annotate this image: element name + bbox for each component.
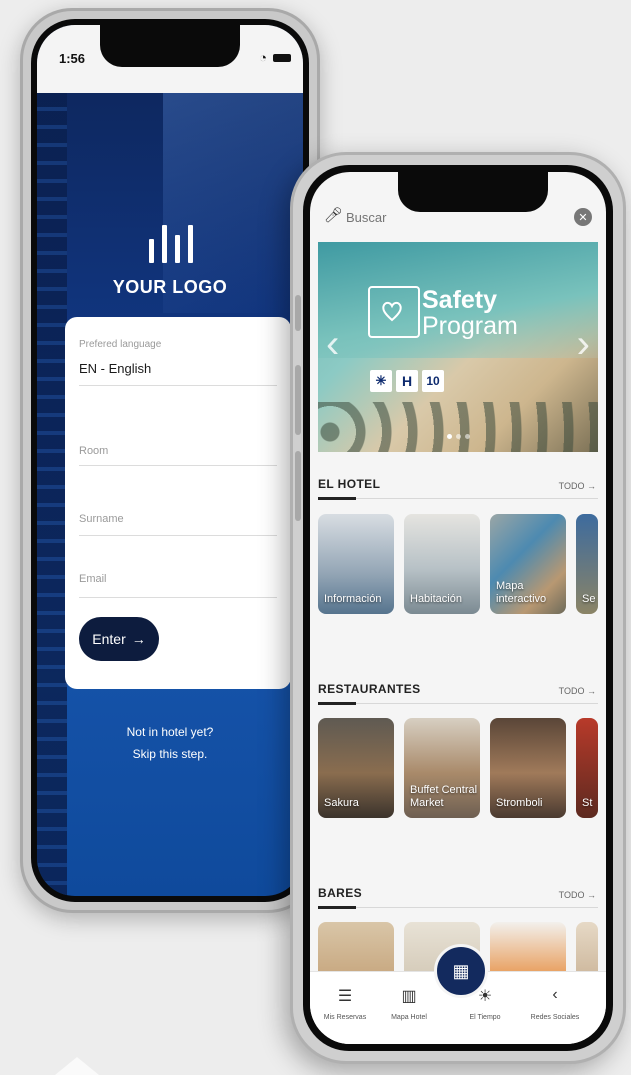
card-label: Buffet Central Market xyxy=(410,784,478,809)
section-title-hotel: EL HOTEL xyxy=(318,477,381,491)
section-title-bares: BARES xyxy=(318,886,363,900)
card-buffet-central-market[interactable]: Buffet Central Market xyxy=(404,718,480,818)
hands-heart-icon xyxy=(368,286,420,338)
arrow-right-icon: → xyxy=(131,631,146,647)
skip-step-link[interactable]: Skip this step. xyxy=(37,747,303,761)
card-partial[interactable]: St xyxy=(576,718,598,818)
wifi-icon: ◔ xyxy=(259,50,267,65)
volume-up-button xyxy=(295,365,301,435)
login-phone-bezel: 1:56 ◔ YOUR LOGO Prefered language EN - … xyxy=(31,19,309,902)
card-label: Habitación xyxy=(410,593,462,605)
share-icon: ‹ xyxy=(552,986,558,1003)
see-all-restaurantes-link[interactable]: TODO → xyxy=(559,686,596,696)
carousel-next-icon[interactable]: › xyxy=(577,322,590,367)
skip-text-line1: Not in hotel yet? xyxy=(126,725,214,739)
see-all-hotel-link[interactable]: TODO → xyxy=(559,481,596,491)
todo-label: TODO xyxy=(558,890,585,900)
language-label: Prefered language xyxy=(79,339,162,350)
divider xyxy=(318,498,598,499)
card-sakura[interactable]: Sakura xyxy=(318,718,394,818)
background-notch xyxy=(55,1057,99,1075)
tab-el-tiempo[interactable]: ☀ El Tiempo xyxy=(450,986,520,1021)
sun-icon: ☀ xyxy=(477,988,493,1005)
carousel-dots xyxy=(318,426,598,444)
enter-button[interactable]: Enter → xyxy=(79,617,159,661)
card-partial[interactable]: Se xyxy=(576,514,598,614)
h10-badge-h: H xyxy=(396,370,418,392)
divider xyxy=(79,385,277,386)
card-informacion[interactable]: Información xyxy=(318,514,394,614)
divider xyxy=(318,703,598,704)
list-icon: ☰ xyxy=(337,988,353,1005)
status-time: 1:56 xyxy=(59,51,86,66)
divider xyxy=(79,465,277,466)
hotel-app-screen: 🎤︎ ✕ ‹ › Safety Program ✳ H 10 EL xyxy=(310,172,606,1044)
login-screen: 1:56 ◔ YOUR LOGO Prefered language EN - … xyxy=(37,25,303,896)
hotel-app-phone-frame: 🎤︎ ✕ ‹ › Safety Program ✳ H 10 EL xyxy=(290,152,626,1064)
h10-badge-10: 10 xyxy=(422,370,444,392)
logo-text: YOUR LOGO xyxy=(112,277,228,297)
safety-program-banner[interactable]: ‹ › Safety Program ✳ H 10 xyxy=(318,242,598,452)
divider xyxy=(79,535,277,536)
close-icon[interactable]: ✕ xyxy=(574,208,592,226)
qr-code-icon: ▦ xyxy=(452,960,470,981)
virus-icon: ✳ xyxy=(370,370,392,392)
tab-redes-sociales[interactable]: ‹ Redes Sociales xyxy=(520,986,590,1021)
login-phone-frame: 1:56 ◔ YOUR LOGO Prefered language EN - … xyxy=(20,8,320,913)
banner-title-line2: Program xyxy=(422,312,518,340)
todo-label: TODO xyxy=(558,686,585,696)
section-underline xyxy=(318,497,356,500)
tab-mapa-hotel[interactable]: ▥ Mapa Hotel xyxy=(374,986,444,1021)
language-select[interactable]: EN - English xyxy=(79,361,151,376)
login-form-card: Prefered language EN - English Room Surn… xyxy=(65,317,291,689)
logo-icon xyxy=(149,225,193,263)
tab-label: El Tiempo xyxy=(469,1014,501,1021)
volume-down-button xyxy=(295,451,301,521)
section-title-restaurantes: RESTAURANTES xyxy=(318,682,421,696)
phone-notch xyxy=(398,172,548,212)
surname-field[interactable]: Surname xyxy=(79,513,124,525)
room-field[interactable]: Room xyxy=(79,445,108,457)
bottom-tab-bar: ▦ ☰ Mis Reservas ▥ Mapa Hotel ☀ El Tiemp… xyxy=(310,944,606,1044)
microphone-icon[interactable]: 🎤︎ xyxy=(324,206,343,224)
banner-title-line1: Safety xyxy=(422,286,498,314)
background-window-blinds xyxy=(37,93,67,896)
map-icon: ▥ xyxy=(401,988,417,1005)
divider xyxy=(79,597,277,598)
tab-label: Mapa Hotel xyxy=(391,1014,427,1021)
divider xyxy=(318,907,598,908)
card-label: St xyxy=(582,797,593,809)
tab-mis-reservas[interactable]: ☰ Mis Reservas xyxy=(310,986,380,1021)
card-label: Stromboli xyxy=(496,797,543,809)
mute-switch xyxy=(295,295,301,331)
card-label: Sakura xyxy=(324,797,359,809)
card-mapa-interactivo[interactable]: Mapa interactivo xyxy=(490,514,566,614)
battery-icon xyxy=(273,54,291,62)
carousel-prev-icon[interactable]: ‹ xyxy=(326,322,339,367)
tab-label: Redes Sociales xyxy=(530,1014,580,1021)
section-underline xyxy=(318,702,356,705)
tab-label: Mis Reservas xyxy=(323,1014,367,1021)
card-label: Mapa interactivo xyxy=(496,580,547,605)
todo-label: TODO xyxy=(558,481,585,491)
hotel-app-bezel: 🎤︎ ✕ ‹ › Safety Program ✳ H 10 EL xyxy=(303,165,613,1051)
phone-notch xyxy=(100,25,240,67)
card-habitacion[interactable]: Habitación xyxy=(404,514,480,614)
section-underline xyxy=(318,906,356,909)
email-field[interactable]: Email xyxy=(79,573,107,585)
card-stromboli[interactable]: Stromboli xyxy=(490,718,566,818)
card-label: Información xyxy=(324,593,382,605)
card-label: Se xyxy=(582,593,596,605)
enter-button-label: Enter xyxy=(92,631,126,647)
see-all-bares-link[interactable]: TODO → xyxy=(559,890,596,900)
